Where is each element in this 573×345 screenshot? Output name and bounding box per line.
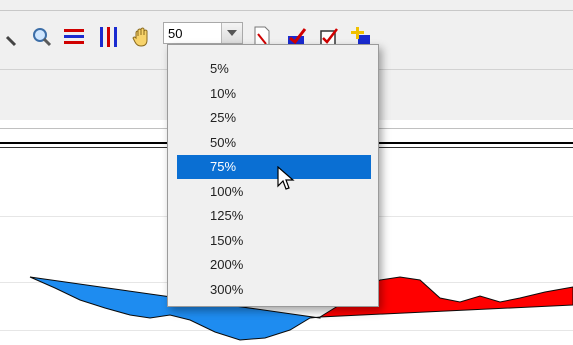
zoom-option-75[interactable]: 75% <box>177 155 371 179</box>
zoom-option-200[interactable]: 200% <box>177 253 371 277</box>
zoom-value[interactable]: 50 <box>168 26 182 41</box>
magnifier-partial-icon[interactable] <box>0 24 24 50</box>
zoom-in-icon[interactable] <box>30 24 54 50</box>
hand-pan-icon[interactable] <box>130 24 154 50</box>
mouse-cursor-icon <box>277 166 295 190</box>
horizontal-lines-icon[interactable] <box>62 24 86 50</box>
chevron-down-icon <box>227 30 237 36</box>
zoom-option-5[interactable]: 5% <box>177 57 371 81</box>
zoom-option-10[interactable]: 10% <box>177 82 371 106</box>
zoom-option-150[interactable]: 150% <box>177 229 371 253</box>
toolbar-top-border <box>0 10 573 11</box>
vertical-lines-icon[interactable] <box>97 24 121 50</box>
zoom-combo[interactable]: 50 <box>163 22 243 44</box>
zoom-option-125[interactable]: 125% <box>177 204 371 228</box>
zoom-option-25[interactable]: 25% <box>177 106 371 130</box>
zoom-option-50[interactable]: 50% <box>177 131 371 155</box>
zoom-option-100[interactable]: 100% <box>177 180 371 204</box>
zoom-dropdown-button[interactable] <box>221 23 242 43</box>
zoom-option-300[interactable]: 300% <box>177 278 371 302</box>
zoom-dropdown-menu[interactable]: 5% 10% 25% 50% 75% 100% 125% 150% 200% 3… <box>167 44 379 307</box>
